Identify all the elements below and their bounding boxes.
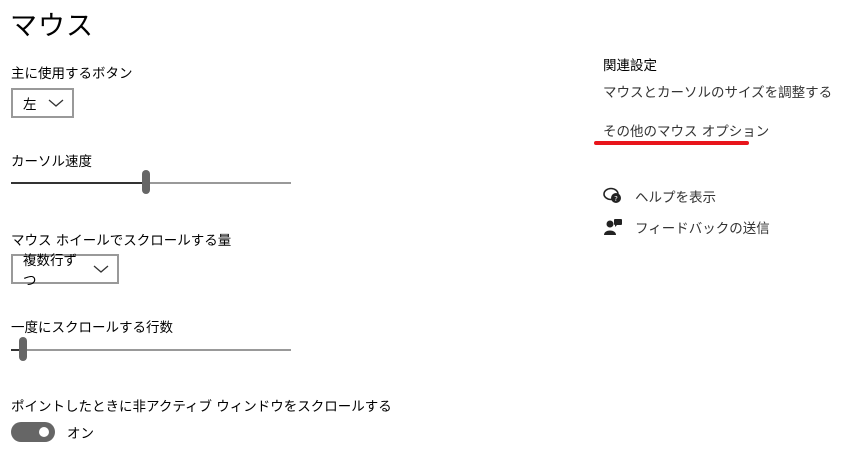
additional-mouse-options-link[interactable]: その他のマウス オプション <box>603 120 769 140</box>
chevron-down-icon <box>48 99 64 107</box>
slider-thumb[interactable] <box>19 337 28 361</box>
help-chat-icon: ? <box>603 187 621 203</box>
slider-thumb[interactable] <box>141 170 150 194</box>
wheel-scroll-label: マウス ホイールでスクロールする量 <box>11 233 232 249</box>
inactive-scroll-label: ポイントしたときに非アクティブ ウィンドウをスクロールする <box>11 399 392 415</box>
adjust-mouse-cursor-size-link[interactable]: マウスとカーソルのサイズを調整する <box>603 81 832 101</box>
lines-to-scroll-label: 一度にスクロールする行数 <box>11 320 173 336</box>
send-feedback-label: フィードバックの送信 <box>635 221 770 237</box>
inactive-scroll-toggle[interactable] <box>11 422 55 442</box>
slider-track-remaining <box>149 182 291 184</box>
related-settings-title: 関連設定 <box>603 58 657 74</box>
primary-button-value: 左 <box>23 97 37 113</box>
send-feedback-link[interactable]: フィードバックの送信 <box>603 217 770 237</box>
lines-to-scroll-slider[interactable] <box>11 337 291 363</box>
wheel-scroll-dropdown[interactable]: 複数行ずつ <box>11 253 119 289</box>
slider-track-remaining <box>27 349 291 351</box>
primary-button-dropdown[interactable]: 左 <box>11 88 74 118</box>
mouse-settings-page: マウス 主に使用するボタン 左 カーソル速度 マウス ホイールでスクロールする量… <box>0 0 843 451</box>
get-help-label: ヘルプを表示 <box>635 190 716 206</box>
chevron-down-icon <box>93 265 109 273</box>
inactive-scroll-toggle-row: オン <box>11 422 94 442</box>
slider-track-filled <box>11 349 20 351</box>
toggle-knob <box>39 427 49 437</box>
wheel-scroll-value: 複数行ずつ <box>23 253 77 289</box>
cursor-speed-slider[interactable] <box>11 170 291 196</box>
toggle-state-text: オン <box>67 426 94 442</box>
page-title: マウス <box>10 11 94 42</box>
feedback-person-icon <box>604 219 622 235</box>
svg-text:?: ? <box>614 195 618 203</box>
get-help-link[interactable]: ? ヘルプを表示 <box>603 186 716 206</box>
red-annotation-underline <box>594 141 749 145</box>
slider-track-filled <box>11 182 142 184</box>
primary-button-label: 主に使用するボタン <box>11 66 133 82</box>
cursor-speed-label: カーソル速度 <box>11 154 92 170</box>
